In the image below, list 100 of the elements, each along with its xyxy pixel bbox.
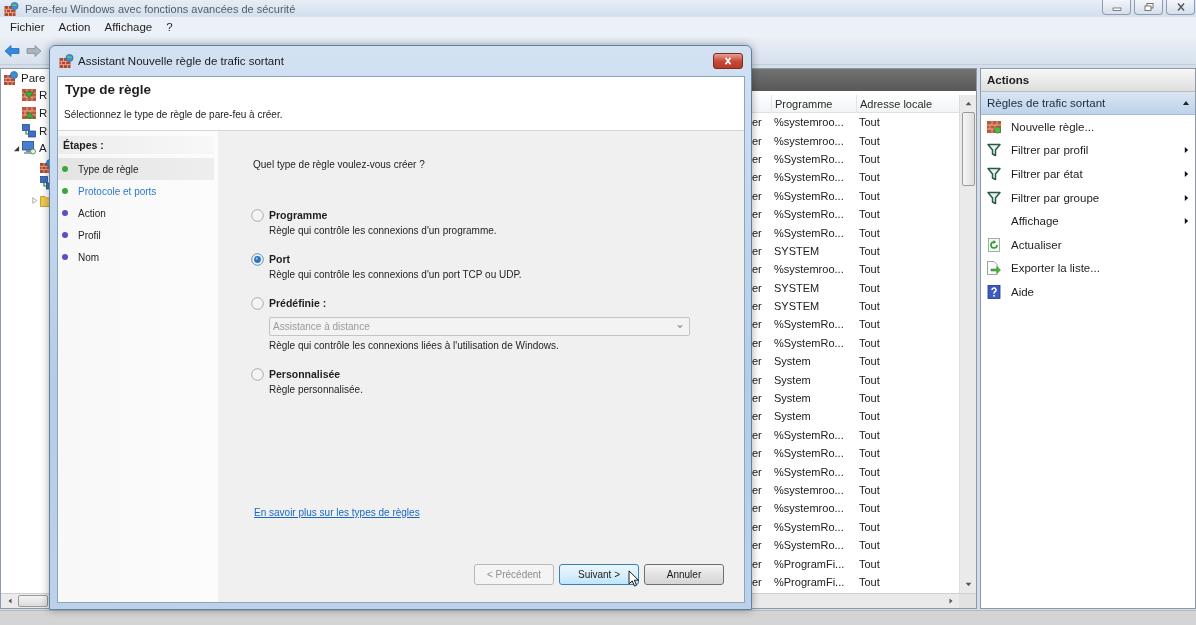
radio-button[interactable] [251, 252, 264, 266]
table-cell-text: %SystemRo... [773, 539, 845, 552]
vertical-scrollbar[interactable] [959, 95, 976, 593]
table-cell-text: Tout [858, 447, 881, 460]
table-cell-text: Tout [858, 189, 881, 202]
scroll-right-icon[interactable] [947, 597, 955, 605]
table-cell-text: Tout [858, 226, 881, 239]
menu-item[interactable]: Affichage [97, 21, 160, 33]
submenu-arrow-icon[interactable] [1184, 170, 1189, 178]
column-header[interactable]: Programme [771, 95, 856, 113]
option-label[interactable]: Programme [269, 209, 328, 221]
column-header[interactable]: Adresse locale [856, 95, 958, 113]
funnel-icon [987, 143, 1001, 158]
page-heading: Type de règle [64, 81, 153, 98]
submenu-arrow-icon[interactable] [1184, 217, 1189, 226]
scroll-thumb[interactable] [18, 595, 48, 607]
scroll-left-icon[interactable] [6, 597, 14, 605]
close-button[interactable] [1166, 0, 1195, 15]
table-cell-text: %ProgramFi... [773, 575, 846, 588]
table-cell-text: Tout [858, 336, 881, 349]
tree-item[interactable]: R [39, 107, 48, 119]
table-cell-text: %systemroo... [773, 484, 845, 496]
horizontal-scrollbar[interactable] [1, 593, 49, 608]
forward-arrow-icon[interactable] [26, 43, 42, 58]
step-item[interactable]: Type de règle [58, 158, 214, 180]
table-cell-text: %SystemRo... [773, 208, 845, 221]
collapse-arrow-icon[interactable] [1182, 99, 1190, 107]
cancel-button[interactable]: Annuler [644, 564, 724, 585]
dialog-title: Assistant Nouvelle règle de trafic sortant [78, 55, 284, 67]
radio-button[interactable] [251, 367, 264, 381]
help-link[interactable]: En savoir plus sur les types de règles [254, 507, 420, 518]
table-cell-text: Tout [858, 263, 881, 276]
table-cell-text: Tout [858, 502, 881, 515]
table-cell-text: %systemroo... [773, 116, 845, 129]
table-cell-text: er [751, 484, 763, 496]
command-link[interactable]: Aide [981, 280, 1195, 304]
table-cell-text: er [751, 428, 763, 441]
table-cell-text: System [773, 392, 812, 405]
command-link[interactable]: Exporter la liste... [981, 256, 1195, 281]
command-link[interactable]: Nouvelle règle... [981, 115, 1195, 139]
command-link[interactable]: Affichage [981, 209, 1195, 233]
radio-button[interactable] [251, 296, 264, 310]
tree-item[interactable]: R [39, 89, 48, 102]
submenu-arrow-icon[interactable] [1184, 193, 1189, 202]
table-cell-text: Tout [858, 208, 881, 221]
restore-button[interactable] [1134, 0, 1163, 15]
option-label[interactable]: Port [269, 253, 290, 265]
table-cell-text: Tout [858, 465, 881, 478]
option-label[interactable]: Personnalisée [269, 368, 341, 380]
brick-wall-icon [987, 119, 1001, 134]
table-cell-text: er [751, 539, 763, 552]
table-cell-text: SYSTEM [773, 244, 821, 257]
table-cell-text: %systemroo... [773, 263, 845, 276]
scroll-down-icon[interactable] [963, 580, 973, 589]
table-cell-text: er [751, 410, 763, 423]
table-cell-text: Tout [858, 373, 881, 386]
tree-item[interactable]: Pare [21, 71, 46, 84]
menu-item[interactable]: Fichier [3, 21, 52, 33]
tree-item[interactable]: R [39, 124, 48, 137]
command-link[interactable]: Filtrer par groupe [981, 185, 1195, 210]
submenu-arrow-icon[interactable] [1184, 146, 1189, 155]
table-cell-text: Tout [858, 557, 881, 570]
table-cell-text: Tout [858, 152, 881, 165]
table-cell-text: System [773, 373, 812, 386]
option-description: Règle personnalisée. [269, 383, 363, 397]
step-item[interactable]: Nom [58, 246, 214, 268]
back-arrow-icon[interactable] [4, 43, 20, 58]
table-cell-text: Tout [858, 300, 881, 313]
expand-arrow-icon[interactable] [12, 144, 20, 152]
command-link[interactable]: Filtrer par état [981, 162, 1195, 186]
step-item[interactable]: Protocole et ports [58, 180, 214, 202]
command-link[interactable]: Filtrer par profil [981, 138, 1195, 163]
command-link[interactable]: Actualiser [981, 232, 1195, 257]
menu-item[interactable]: Action [51, 21, 98, 33]
table-cell-text: er [751, 208, 763, 221]
option-label[interactable]: Prédéfinie : [269, 297, 327, 309]
close-button[interactable] [713, 53, 743, 69]
next-button[interactable]: Suivant > [559, 564, 639, 585]
table-cell-text: er [751, 392, 763, 405]
menu-item[interactable]: ? [159, 21, 180, 33]
section-header[interactable]: Règles de trafic sortant [981, 92, 1195, 115]
close-icon [723, 57, 733, 65]
table-cell-text: %SystemRo... [773, 428, 845, 441]
option-description: Règle qui contrôle les connexions d'un programme. [269, 224, 497, 238]
table-cell-text: Tout [858, 428, 881, 441]
brick-wall-globe-icon [4, 70, 18, 85]
brick-wall-arrow-icon [22, 106, 36, 120]
scroll-thumb[interactable] [961, 112, 975, 186]
mouse-cursor-icon [628, 570, 639, 587]
page-subtitle: Sélectionnez le type de règle de pare-feu à créer. [64, 108, 284, 122]
table-cell-text: %systemroo... [773, 134, 845, 147]
brick-wall-globe-icon [4, 1, 19, 16]
radio-button[interactable] [251, 208, 264, 222]
step-item[interactable]: Action [58, 202, 214, 224]
minimize-button[interactable] [1102, 0, 1131, 15]
step-item[interactable]: Profil [58, 224, 214, 246]
window-title: Pare-feu Windows avec fonctions avancées de sécurité [25, 2, 296, 15]
scroll-up-icon[interactable] [963, 99, 973, 108]
horizontal-scrollbar[interactable] [751, 593, 959, 608]
tree-item[interactable]: A [39, 142, 47, 155]
